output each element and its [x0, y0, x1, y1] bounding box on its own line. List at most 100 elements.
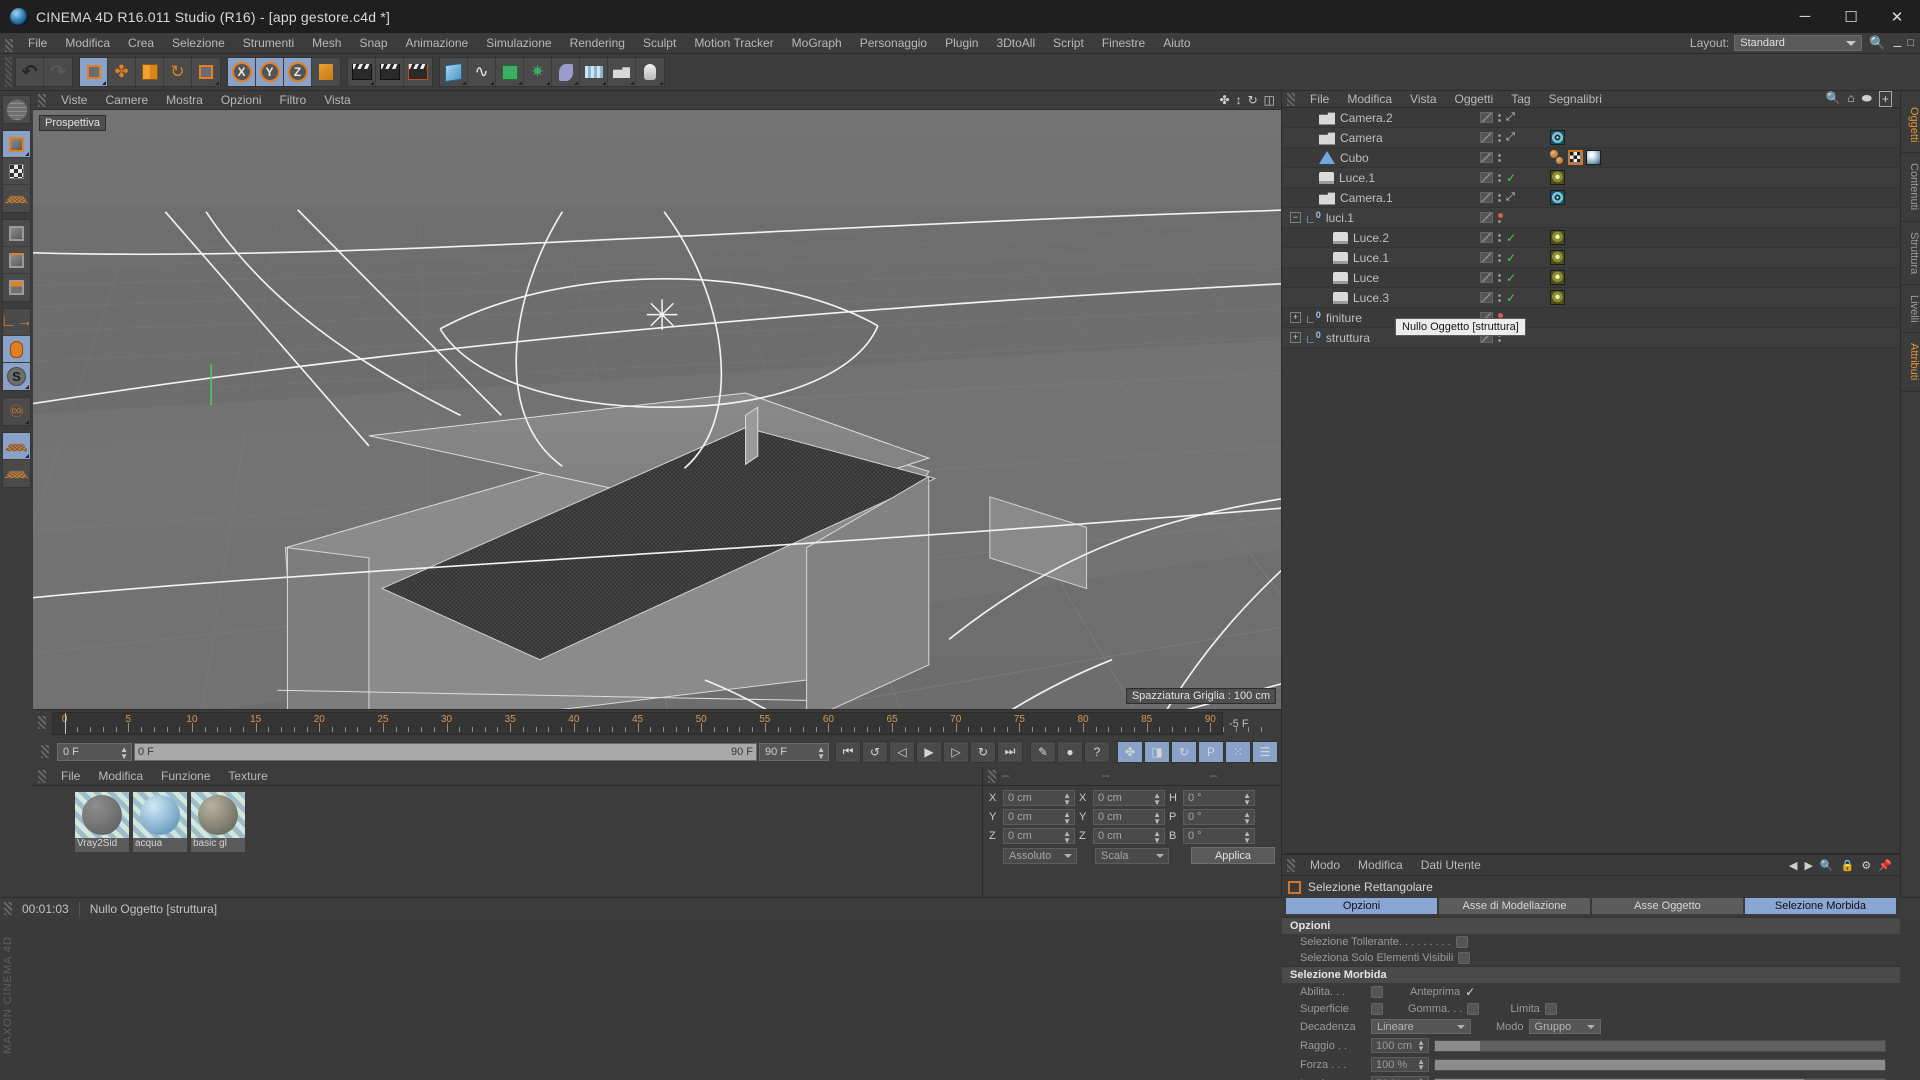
spinner-icon[interactable]: ▲▼: [120, 746, 128, 760]
apply-button[interactable]: Applica: [1191, 847, 1275, 864]
falloff-select[interactable]: Lineare: [1371, 1019, 1471, 1034]
attribute-tab-selezione-morbida[interactable]: Selezione Morbida: [1745, 898, 1896, 914]
model-mode-button[interactable]: [3, 131, 30, 158]
dock-tab-livelli[interactable]: Livelli: [1901, 285, 1920, 334]
menu-item-modo[interactable]: Modo: [1301, 858, 1349, 872]
object-row[interactable]: Camera.2⤢: [1282, 108, 1900, 128]
menu-item-modifica[interactable]: Modifica: [56, 33, 119, 54]
scale-key-button[interactable]: ◨: [1144, 741, 1170, 763]
visibility-toggle[interactable]: [1480, 132, 1493, 143]
timeline-scrollbar[interactable]: 0 F 90 F: [134, 743, 757, 761]
spinner-icon[interactable]: ▲▼: [1153, 830, 1161, 844]
object-manager-grip[interactable]: [1287, 93, 1295, 106]
magnet-button[interactable]: ♾: [3, 398, 30, 425]
property-slider[interactable]: [1434, 1059, 1886, 1071]
rotation-key-button[interactable]: ↻: [1171, 741, 1197, 763]
menu-item-file[interactable]: File: [19, 33, 56, 54]
rotation-input[interactable]: 0 °▲▼: [1183, 828, 1255, 844]
menu-item-crea[interactable]: Crea: [119, 33, 163, 54]
mode-select[interactable]: Gruppo: [1529, 1019, 1601, 1034]
selection-dropdown-button[interactable]: [192, 58, 220, 86]
light-tag-icon[interactable]: [1550, 270, 1565, 285]
playhead[interactable]: [65, 713, 66, 734]
menu-item-opzioni[interactable]: Opzioni: [212, 91, 271, 110]
coordinate-mode-select[interactable]: Assoluto: [1003, 848, 1077, 864]
menu-item-selezione[interactable]: Selezione: [163, 33, 234, 54]
menu-item-modifica[interactable]: Modifica: [89, 769, 152, 783]
object-row[interactable]: Luce.3✓: [1282, 288, 1900, 308]
size-input[interactable]: 0 cm▲▼: [1093, 828, 1165, 844]
redo-button[interactable]: ↷: [44, 58, 72, 86]
dock-tab-struttura[interactable]: Struttura: [1901, 222, 1920, 285]
visibility-toggle[interactable]: [1480, 152, 1493, 163]
light-button[interactable]: [636, 58, 664, 86]
search-icon[interactable]: 🔍: [1825, 91, 1840, 107]
move-button[interactable]: ✤: [108, 58, 136, 86]
live-selection-button[interactable]: [80, 58, 108, 86]
play-forwards-button[interactable]: ▶: [916, 741, 942, 763]
gear-icon[interactable]: ⚙: [1861, 859, 1871, 872]
menu-item-3dtoall[interactable]: 3DtoAll: [987, 33, 1044, 54]
rotate-button[interactable]: ↻: [164, 58, 192, 86]
material-tag-icon[interactable]: [1550, 150, 1565, 165]
visibility-toggle[interactable]: [1480, 112, 1493, 123]
object-row[interactable]: +∟0struttura: [1282, 328, 1900, 348]
menu-item-mostra[interactable]: Mostra: [157, 91, 212, 110]
object-row[interactable]: +∟0finiture: [1282, 308, 1900, 328]
object-row[interactable]: Cubo: [1282, 148, 1900, 168]
object-row[interactable]: Luce.1✓: [1282, 248, 1900, 268]
object-row[interactable]: Luce.2✓: [1282, 228, 1900, 248]
attribute-grip[interactable]: [1287, 859, 1295, 872]
render-view-button[interactable]: [348, 58, 376, 86]
menu-item-animazione[interactable]: Animazione: [397, 33, 478, 54]
material-swatch[interactable]: [75, 792, 129, 838]
edge-mode-button[interactable]: [3, 247, 30, 274]
material-item[interactable]: basic gl: [191, 792, 245, 852]
rotation-input[interactable]: 0 °▲▼: [1183, 790, 1255, 806]
render-region-button[interactable]: [376, 58, 404, 86]
workplane-mode-button[interactable]: [3, 185, 30, 212]
enabled-check-icon[interactable]: ✓: [1506, 251, 1516, 265]
layout-icon[interactable]: ◫: [1264, 93, 1275, 107]
property-value-input[interactable]: 100 %▲▼: [1371, 1057, 1429, 1072]
visibility-toggle[interactable]: [1480, 252, 1493, 263]
toolbar-grip[interactable]: [5, 57, 12, 87]
cube-primitive-button[interactable]: [440, 58, 468, 86]
property-slider[interactable]: [1434, 1040, 1886, 1052]
light-tag-icon[interactable]: [1550, 170, 1565, 185]
rotate-icon[interactable]: ↻: [1248, 93, 1258, 107]
parameter-key-button[interactable]: P: [1198, 741, 1224, 763]
menu-item-file[interactable]: File: [52, 769, 89, 783]
menu-item-modifica[interactable]: Modifica: [1338, 92, 1401, 106]
light-tag-icon[interactable]: [1550, 250, 1565, 265]
next-frame-button[interactable]: ▷: [943, 741, 969, 763]
material-swatch[interactable]: [133, 792, 187, 838]
property-value-input[interactable]: 100 cm▲▼: [1371, 1038, 1429, 1053]
visibility-dots[interactable]: [1498, 114, 1501, 122]
spinner-icon[interactable]: ▲▼: [1063, 792, 1071, 806]
light-tag-icon[interactable]: [1550, 290, 1565, 305]
enabled-check-icon[interactable]: ✓: [1506, 231, 1516, 245]
property-checkbox[interactable]: [1456, 936, 1468, 948]
menu-item-texture[interactable]: Texture: [219, 769, 276, 783]
menu-item-mesh[interactable]: Mesh: [303, 33, 350, 54]
go-to-end-button[interactable]: ⏭: [997, 741, 1023, 763]
timeline-grip[interactable]: [38, 716, 46, 729]
world-coordinate-button[interactable]: [312, 58, 340, 86]
object-axis-button[interactable]: ∟→: [3, 309, 30, 336]
attribute-tab-asse-oggetto[interactable]: Asse Oggetto: [1592, 898, 1743, 914]
spinner-icon[interactable]: ▲▼: [1063, 811, 1071, 825]
spinner-icon[interactable]: ▲▼: [1243, 792, 1251, 806]
light-tag-icon[interactable]: [1550, 230, 1565, 245]
camera-tag-icon[interactable]: [1550, 130, 1565, 145]
property-value-input[interactable]: 50 %▲▼: [1371, 1076, 1429, 1080]
go-to-start-button[interactable]: ⏮: [835, 741, 861, 763]
home-icon[interactable]: ⌂: [1847, 91, 1854, 107]
position-input[interactable]: 0 cm▲▼: [1003, 809, 1075, 825]
loop-button[interactable]: ↻: [970, 741, 996, 763]
add-icon[interactable]: +: [1879, 91, 1892, 107]
size-input[interactable]: 0 cm▲▼: [1093, 809, 1165, 825]
polygon-mode-button[interactable]: [3, 274, 30, 301]
floor-button[interactable]: [580, 58, 608, 86]
point-mode-button[interactable]: [3, 220, 30, 247]
